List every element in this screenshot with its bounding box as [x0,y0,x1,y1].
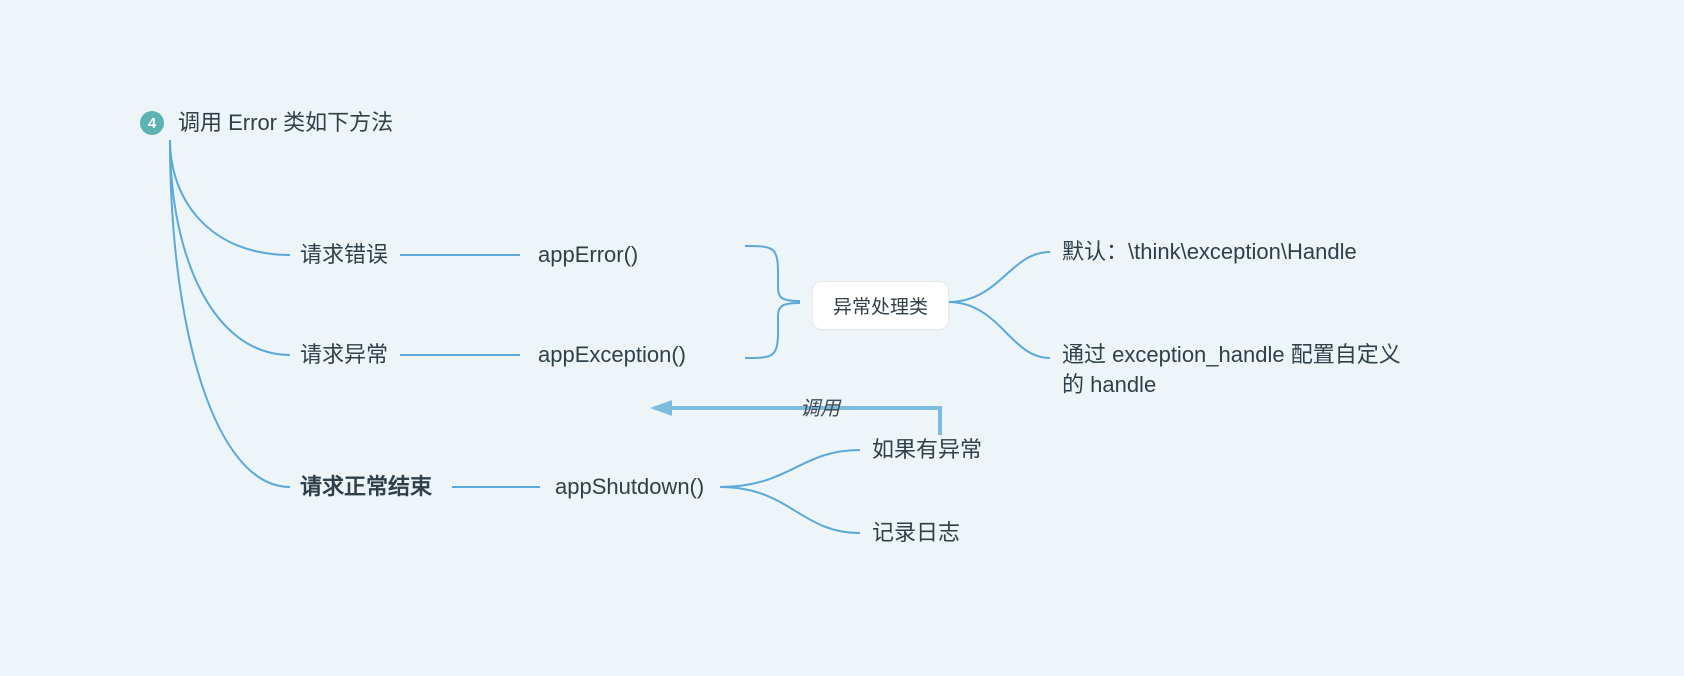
root-title: 调用 Error 类如下方法 [178,108,393,138]
step-badge: 4 [140,111,164,135]
shutdown-if-exception: 如果有异常 [872,435,982,465]
branch-request-normal-end: 请求正常结束 [300,472,432,502]
exception-handler-class-box: 异常处理类 [812,281,949,330]
exception-default-handle: 默认：\think\exception\Handle [1062,237,1357,267]
exception-config-handle: 通过 exception_handle 配置自定义的 handle [1062,340,1422,400]
relation-call-label: 调用 [800,392,840,421]
method-appException: appException() [538,340,686,370]
method-appShutdown: appShutdown() [555,472,704,502]
method-appError: appError() [538,240,638,270]
branch-request-error: 请求错误 [300,240,388,270]
branch-request-exception: 请求异常 [300,340,388,370]
mindmap-canvas: { "root": { "badge": "4", "title": "调用 E… [0,0,1684,676]
connector-layer [0,0,1684,676]
shutdown-log: 记录日志 [872,518,960,548]
